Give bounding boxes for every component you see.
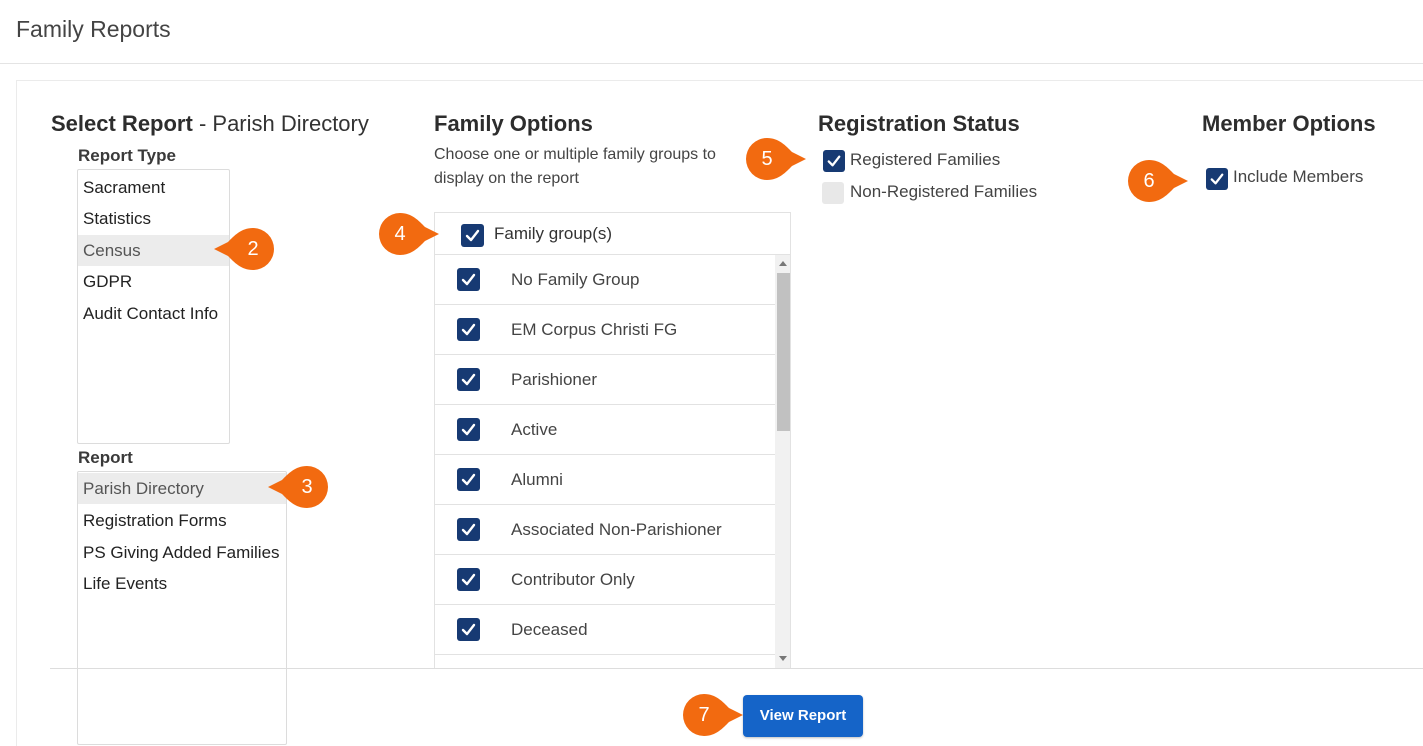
page-title: Family Reports: [16, 16, 171, 42]
family-group-row[interactable]: Active: [435, 405, 775, 455]
footer-divider: [50, 668, 1423, 669]
family-group-label: Parishioner: [511, 370, 597, 389]
family-group-row[interactable]: Associated Non-Parishioner: [435, 505, 775, 555]
scroll-up-arrow-icon[interactable]: [779, 261, 787, 266]
select-report-heading: Select Report - Parish Directory: [51, 111, 369, 137]
family-group-checkbox[interactable]: [457, 518, 480, 541]
check-icon: [461, 473, 476, 486]
registration-status-heading: Registration Status: [818, 111, 1020, 136]
family-group-label: Contributor Only: [511, 570, 635, 589]
check-icon: [461, 523, 476, 536]
report-type-option[interactable]: GDPR: [78, 266, 229, 297]
report-type-option[interactable]: Sacrament: [78, 172, 229, 203]
registered-families-label: Registered Families: [850, 150, 1001, 169]
report-type-option[interactable]: Audit Contact Info: [78, 298, 229, 329]
current-report-name: Parish Directory: [212, 111, 369, 136]
family-group-label: No Family Group: [511, 270, 640, 289]
check-icon: [465, 229, 480, 242]
family-group-checkbox[interactable]: [457, 418, 480, 441]
callout-number: 2: [247, 238, 259, 260]
family-group-checkbox[interactable]: [457, 468, 480, 491]
report-option[interactable]: Registration Forms: [78, 505, 286, 536]
callout-number: 7: [698, 704, 710, 726]
check-icon: [461, 323, 476, 336]
report-option[interactable]: PS Giving Added Families: [78, 537, 286, 568]
non-registered-families-checkbox[interactable]: [822, 182, 844, 204]
family-group-label: Active: [511, 420, 558, 439]
family-group-row[interactable]: Alumni: [435, 455, 775, 505]
report-type-option-selected[interactable]: Census: [78, 235, 229, 266]
step-callout-3: 3: [266, 466, 328, 508]
report-option[interactable]: Life Events: [78, 568, 286, 599]
check-icon: [461, 623, 476, 636]
report-listbox[interactable]: Parish Directory Registration Forms PS G…: [77, 471, 287, 745]
check-icon: [461, 273, 476, 286]
callout-number: 6: [1143, 170, 1155, 192]
non-registered-families-label: Non-Registered Families: [850, 182, 1038, 201]
report-option-selected[interactable]: Parish Directory: [78, 473, 286, 504]
top-bar: Family Reports: [0, 0, 1423, 64]
heading-separator: -: [192, 111, 213, 136]
include-members-checkbox[interactable]: [1206, 168, 1228, 190]
callout-number: 4: [394, 223, 406, 245]
check-icon: [461, 573, 476, 586]
family-group-label: Alumni: [511, 470, 563, 489]
family-group-checkbox[interactable]: [457, 618, 480, 641]
family-group-row[interactable]: Contributor Only: [435, 555, 775, 605]
family-group-row[interactable]: EM Corpus Christi FG: [435, 305, 775, 355]
family-group-all-checkbox[interactable]: [461, 224, 484, 247]
check-icon: [461, 373, 476, 386]
member-options-heading: Member Options: [1202, 111, 1376, 136]
step-callout-4: 4: [379, 213, 441, 255]
family-options-description: Choose one or multiple family groups to …: [434, 146, 716, 187]
step-callout-2: 2: [212, 228, 274, 270]
callout-number: 5: [761, 148, 773, 170]
family-group-row[interactable]: No Family Group: [435, 255, 775, 305]
family-group-checkbox[interactable]: [457, 568, 480, 591]
family-group-label: Deceased: [511, 620, 588, 639]
family-group-list: Family group(s) No Family Group EM Corpu…: [434, 212, 791, 668]
report-label: Report: [78, 448, 133, 467]
include-members-label: Include Members: [1233, 167, 1364, 186]
registered-families-checkbox[interactable]: [823, 150, 845, 172]
family-group-checkbox[interactable]: [457, 318, 480, 341]
check-icon: [1210, 173, 1224, 185]
step-callout-6: 6: [1128, 160, 1190, 202]
family-group-label: Associated Non-Parishioner: [511, 520, 722, 539]
family-group-scrollbar[interactable]: [775, 255, 790, 668]
scroll-thumb[interactable]: [777, 273, 790, 431]
family-group-checkbox[interactable]: [457, 368, 480, 391]
check-icon: [461, 423, 476, 436]
check-icon: [827, 155, 841, 167]
select-report-title: Select Report: [51, 111, 193, 136]
scroll-down-arrow-icon[interactable]: [779, 656, 787, 661]
callout-number: 3: [301, 476, 313, 498]
view-report-button[interactable]: View Report: [743, 695, 863, 737]
report-type-listbox[interactable]: Sacrament Statistics Census GDPR Audit C…: [77, 169, 230, 444]
family-group-all-label: Family group(s): [494, 224, 613, 243]
step-callout-5: 5: [746, 138, 808, 180]
family-options-heading: Family Options: [434, 111, 593, 136]
family-group-all-row[interactable]: Family group(s): [435, 213, 790, 255]
family-group-checkbox[interactable]: [457, 268, 480, 291]
report-type-option[interactable]: Statistics: [78, 203, 229, 234]
family-group-label: EM Corpus Christi FG: [511, 320, 678, 339]
report-type-label: Report Type: [78, 146, 176, 165]
family-group-row[interactable]: Parishioner: [435, 355, 775, 405]
step-callout-7: 7: [683, 694, 745, 736]
family-group-row[interactable]: Deceased: [435, 605, 775, 655]
